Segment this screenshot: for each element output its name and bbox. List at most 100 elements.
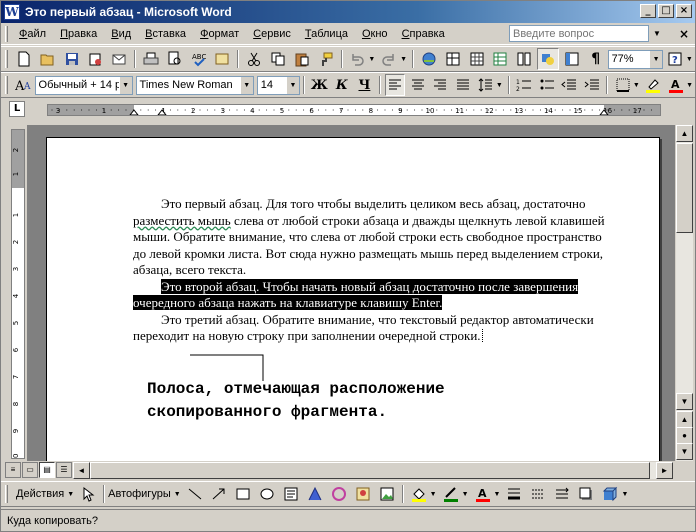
vertical-scrollbar[interactable]: ▲ ▼ ▲ ● ▼: [675, 125, 693, 461]
bold-button[interactable]: Ж: [309, 74, 330, 96]
permission-icon[interactable]: [84, 48, 106, 70]
menu-view[interactable]: Вид: [104, 28, 138, 40]
format-painter-icon[interactable]: [315, 48, 337, 70]
outline-view-icon[interactable]: ☰: [56, 462, 72, 478]
selected-text[interactable]: Это второй абзац. Чтобы начать новый абз…: [133, 278, 579, 310]
undo-icon[interactable]: [347, 48, 369, 70]
numbering-icon[interactable]: 12: [514, 74, 535, 96]
title-bar[interactable]: W Это первый абзац - Microsoft Word _ □ …: [1, 1, 695, 23]
help-search-dropdown-icon[interactable]: ▼: [650, 25, 664, 42]
line-style-icon[interactable]: [503, 483, 525, 505]
horizontal-scrollbar[interactable]: ◄ ►: [73, 462, 673, 479]
text-box-icon[interactable]: [280, 483, 302, 505]
tab-selector-icon[interactable]: L: [9, 101, 25, 117]
line-spacing-dropdown-icon[interactable]: ▼: [496, 82, 503, 89]
fill-color-dropdown-icon[interactable]: ▼: [430, 491, 437, 498]
indent-marker[interactable]: [129, 109, 139, 115]
wordart-icon[interactable]: [304, 483, 326, 505]
menu-table[interactable]: Таблица: [298, 28, 355, 40]
menu-format[interactable]: Формат: [193, 28, 246, 40]
open-icon[interactable]: [37, 48, 59, 70]
styles-formatting-icon[interactable]: AA: [13, 74, 34, 96]
insert-table-icon[interactable]: [466, 48, 488, 70]
menu-window[interactable]: Окно: [355, 28, 395, 40]
save-icon[interactable]: [61, 48, 83, 70]
menu-insert[interactable]: Вставка: [138, 28, 193, 40]
copy-icon[interactable]: [267, 48, 289, 70]
paragraph-1[interactable]: Это первый абзац. Для того чтобы выделит…: [133, 196, 609, 279]
diagram-icon[interactable]: [328, 483, 350, 505]
arrow-tool-icon[interactable]: [208, 483, 230, 505]
grammar-flag[interactable]: разместить мышь: [133, 213, 231, 228]
decrease-indent-icon[interactable]: [559, 74, 580, 96]
standard-toolbar-grip[interactable]: [5, 50, 8, 68]
font-select[interactable]: Times New Roman ▼: [135, 75, 254, 95]
justify-icon[interactable]: [453, 74, 474, 96]
scroll-up-icon[interactable]: ▲: [676, 125, 693, 142]
autoshapes-dropdown-icon[interactable]: ▼: [174, 491, 181, 498]
line-tool-icon[interactable]: [184, 483, 206, 505]
drawing-toolbar-grip[interactable]: [5, 485, 8, 503]
underline-button[interactable]: Ч: [354, 74, 375, 96]
line-spacing-icon[interactable]: [475, 74, 496, 96]
shadow-style-icon[interactable]: [575, 483, 597, 505]
insert-excel-icon[interactable]: [489, 48, 511, 70]
horizontal-ruler[interactable]: 3 1 1 2 3 4 5 6 7 8 9 10 11 12 13 14 15 16 17: [47, 104, 661, 116]
align-center-icon[interactable]: [407, 74, 428, 96]
print-icon[interactable]: [140, 48, 162, 70]
web-view-icon[interactable]: ▭: [22, 462, 38, 478]
normal-view-icon[interactable]: ≡: [5, 462, 21, 478]
spelling-icon[interactable]: ABC: [188, 48, 210, 70]
next-page-icon[interactable]: ▼: [676, 443, 693, 460]
borders-dropdown-icon[interactable]: ▼: [633, 82, 640, 89]
formatting-toolbar-grip[interactable]: [5, 76, 8, 94]
document-page[interactable]: Это первый абзац. Для того чтобы выделит…: [46, 137, 660, 461]
oval-tool-icon[interactable]: [256, 483, 278, 505]
3d-style-icon[interactable]: [599, 483, 621, 505]
cut-icon[interactable]: [243, 48, 265, 70]
tables-borders-icon[interactable]: [442, 48, 464, 70]
clip-art-icon[interactable]: [352, 483, 374, 505]
font-color-dropdown-icon[interactable]: ▼: [686, 82, 693, 89]
actions-menu[interactable]: Действия: [16, 488, 64, 500]
bullets-icon[interactable]: [536, 74, 557, 96]
font-color-icon[interactable]: A: [665, 74, 686, 96]
menu-tools[interactable]: Сервис: [246, 28, 298, 40]
redo-icon[interactable]: [378, 48, 400, 70]
drawing-toolbar-overflow-icon[interactable]: ▼: [621, 491, 628, 498]
align-right-icon[interactable]: [430, 74, 451, 96]
autoshapes-menu[interactable]: Автофигуры: [108, 488, 171, 500]
menu-help[interactable]: Справка: [395, 28, 452, 40]
close-button[interactable]: ×: [676, 4, 692, 18]
previous-page-icon[interactable]: ▲: [676, 411, 693, 428]
vertical-scroll-thumb[interactable]: [676, 143, 693, 233]
browse-object-icon[interactable]: ●: [676, 427, 693, 444]
vertical-ruler[interactable]: 2 1 1 2 3 4 5 6 7 8 9 10: [11, 129, 25, 459]
font-size-select[interactable]: 14 ▼: [256, 75, 300, 95]
highlight-icon[interactable]: [643, 74, 664, 96]
fill-color-icon[interactable]: [408, 483, 430, 505]
document-text[interactable]: Это первый абзац. Для того чтобы выделит…: [133, 196, 609, 345]
draw-font-color-icon[interactable]: A: [472, 483, 494, 505]
menubar-grip[interactable]: [5, 25, 8, 42]
horizontal-scroll-thumb[interactable]: [90, 462, 650, 479]
redo-dropdown-icon[interactable]: ▼: [400, 56, 407, 63]
increase-indent-icon[interactable]: [582, 74, 603, 96]
borders-icon[interactable]: [612, 74, 633, 96]
word-app-icon[interactable]: W: [4, 4, 20, 20]
line-color-dropdown-icon[interactable]: ▼: [462, 491, 469, 498]
document-map-icon[interactable]: [561, 48, 583, 70]
menu-edit[interactable]: Правка: [53, 28, 104, 40]
email-icon[interactable]: [108, 48, 130, 70]
arrow-style-icon[interactable]: [551, 483, 573, 505]
scroll-right-icon[interactable]: ►: [656, 462, 673, 479]
help-search-input[interactable]: [509, 25, 649, 42]
insert-picture-icon[interactable]: [376, 483, 398, 505]
zoom-dropdown-icon[interactable]: ▼: [649, 50, 663, 68]
actions-dropdown-icon[interactable]: ▼: [67, 491, 74, 498]
zoom-select[interactable]: 77% ▼: [607, 49, 664, 69]
help-dropdown-icon[interactable]: ▼: [686, 56, 693, 63]
print-preview-icon[interactable]: [164, 48, 186, 70]
paragraph-2[interactable]: Это второй абзац. Чтобы начать новый абз…: [133, 278, 609, 312]
show-hide-icon[interactable]: ¶: [585, 48, 607, 70]
